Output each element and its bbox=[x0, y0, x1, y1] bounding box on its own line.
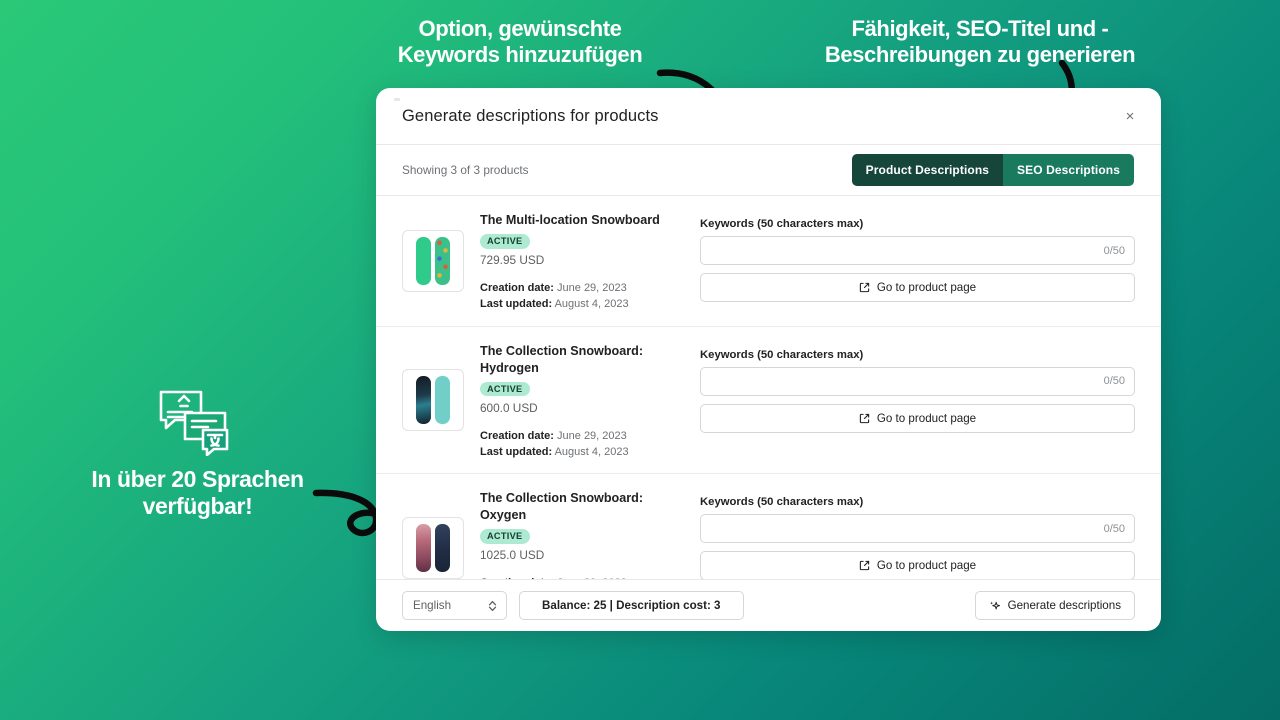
annotation-keywords: Option, gewünschte Keywords hinzuzufügen bbox=[397, 16, 643, 67]
modal-header: Generate descriptions for products × bbox=[376, 88, 1161, 144]
product-info: The Collection Snowboard: Oxygen ACTIVE … bbox=[464, 488, 676, 579]
generate-descriptions-button[interactable]: Generate descriptions bbox=[974, 591, 1135, 620]
status-badge: ACTIVE bbox=[480, 529, 530, 544]
table-row: The Multi-location Snowboard ACTIVE 729.… bbox=[376, 196, 1161, 327]
product-thumbnail-wrap bbox=[402, 488, 464, 579]
product-name: The Collection Snowboard: Oxygen bbox=[480, 491, 644, 523]
balance-display: Balance: 25 | Description cost: 3 bbox=[519, 591, 744, 620]
product-price: 600.0 USD bbox=[480, 400, 538, 415]
status-badge: ACTIVE bbox=[480, 381, 530, 397]
board-left-icon bbox=[416, 237, 431, 286]
char-counter: 0/50 bbox=[1103, 375, 1125, 388]
product-info: The Collection Snowboard: Hydrogen ACTIV… bbox=[464, 341, 676, 461]
go-to-product-page-label: Go to product page bbox=[876, 559, 977, 573]
product-name: The Multi-location Snowboard bbox=[480, 213, 660, 227]
last-updated-value: August 4, 2023 bbox=[554, 445, 629, 458]
sparkle-icon bbox=[989, 601, 1000, 609]
product-thumbnail-wrap bbox=[402, 341, 464, 461]
external-link-icon bbox=[859, 560, 870, 571]
external-link-icon bbox=[859, 413, 870, 423]
decorative-mark bbox=[394, 98, 400, 101]
last-updated-label: Last updated: bbox=[480, 445, 553, 458]
char-counter: 0/50 bbox=[1103, 522, 1125, 535]
product-list: The Multi-location Snowboard ACTIVE 729.… bbox=[376, 196, 1161, 579]
keywords-label: Keywords (50 characters max) bbox=[700, 218, 864, 230]
keywords-section: Keywords (50 characters max) 0/50 Go to … bbox=[676, 488, 1135, 579]
board-left-icon bbox=[416, 523, 431, 572]
product-name: The Collection Snowboard: Hydrogen bbox=[480, 343, 644, 375]
generate-descriptions-label: Generate descriptions bbox=[1007, 599, 1121, 612]
product-meta: Creation date: June 29, 2023 Last update… bbox=[480, 428, 676, 461]
char-counter: 0/50 bbox=[1103, 244, 1125, 257]
go-to-product-page-button[interactable]: Go to product page bbox=[700, 403, 1135, 433]
promo-screenshot: Option, gewünschte Keywords hinzuzufügen… bbox=[0, 0, 1280, 720]
creation-date-value: June 29, 2023 bbox=[557, 429, 627, 442]
generate-descriptions-modal: Generate descriptions for products × Sho… bbox=[376, 88, 1161, 631]
keywords-label: Keywords (50 characters max) bbox=[700, 348, 864, 361]
board-right-icon bbox=[435, 376, 450, 425]
external-link-icon bbox=[859, 282, 870, 293]
language-select-value: English bbox=[413, 599, 452, 612]
chevron-updown-icon bbox=[488, 600, 497, 612]
keywords-section: Keywords (50 characters max) 0/50 Go to … bbox=[676, 341, 1135, 461]
creation-date-label: Creation date: bbox=[480, 282, 554, 294]
board-left-icon bbox=[416, 376, 431, 425]
product-price: 1025.0 USD bbox=[480, 548, 545, 563]
creation-date-value: June 29, 2023 bbox=[557, 282, 627, 294]
keywords-input[interactable]: 0/50 bbox=[700, 514, 1135, 544]
product-thumbnail-wrap bbox=[402, 210, 464, 313]
product-thumbnail[interactable] bbox=[402, 516, 464, 579]
tab-product-descriptions[interactable]: Product Descriptions bbox=[851, 154, 1004, 186]
status-badge: ACTIVE bbox=[480, 234, 530, 249]
product-thumbnail[interactable] bbox=[402, 230, 464, 293]
keywords-input[interactable]: 0/50 bbox=[700, 236, 1135, 265]
last-updated-label: Last updated: bbox=[480, 298, 553, 311]
keywords-label: Keywords (50 characters max) bbox=[700, 496, 864, 509]
product-info: The Multi-location Snowboard ACTIVE 729.… bbox=[464, 210, 676, 313]
language-select[interactable]: English bbox=[402, 591, 507, 620]
product-meta: Creation date: June 29, 2023 Last update… bbox=[480, 280, 676, 313]
annotation-languages: In über 20 Sprachen verfügbar! bbox=[91, 466, 304, 519]
product-thumbnail[interactable] bbox=[402, 369, 464, 432]
go-to-product-page-label: Go to product page bbox=[876, 281, 977, 294]
modal-subbar: Showing 3 of 3 products Product Descript… bbox=[376, 144, 1161, 196]
go-to-product-page-button[interactable]: Go to product page bbox=[700, 273, 1135, 302]
description-mode-tabs: Product Descriptions SEO Descriptions bbox=[851, 154, 1134, 186]
page-title: Generate descriptions for products bbox=[402, 106, 659, 125]
tab-seo-descriptions[interactable]: SEO Descriptions bbox=[1003, 154, 1134, 186]
product-price: 729.95 USD bbox=[480, 253, 545, 267]
translate-icon bbox=[159, 390, 229, 456]
close-icon[interactable]: × bbox=[1119, 105, 1141, 127]
keywords-section: Keywords (50 characters max) 0/50 Go to … bbox=[676, 210, 1135, 313]
go-to-product-page-label: Go to product page bbox=[876, 411, 977, 425]
annotation-seo: Fähigkeit, SEO-Titel und - Beschreibunge… bbox=[824, 16, 1136, 67]
board-right-icon bbox=[435, 237, 450, 286]
last-updated-value: August 4, 2023 bbox=[554, 298, 629, 311]
showing-count: Showing 3 of 3 products bbox=[402, 163, 529, 177]
board-right-icon bbox=[435, 523, 450, 572]
table-row: The Collection Snowboard: Oxygen ACTIVE … bbox=[376, 474, 1161, 579]
modal-footer: English Balance: 25 | Description cost: … bbox=[376, 579, 1161, 631]
table-row: The Collection Snowboard: Hydrogen ACTIV… bbox=[376, 327, 1161, 475]
go-to-product-page-button[interactable]: Go to product page bbox=[700, 551, 1135, 579]
keywords-input[interactable]: 0/50 bbox=[700, 366, 1135, 396]
creation-date-label: Creation date: bbox=[480, 429, 554, 442]
